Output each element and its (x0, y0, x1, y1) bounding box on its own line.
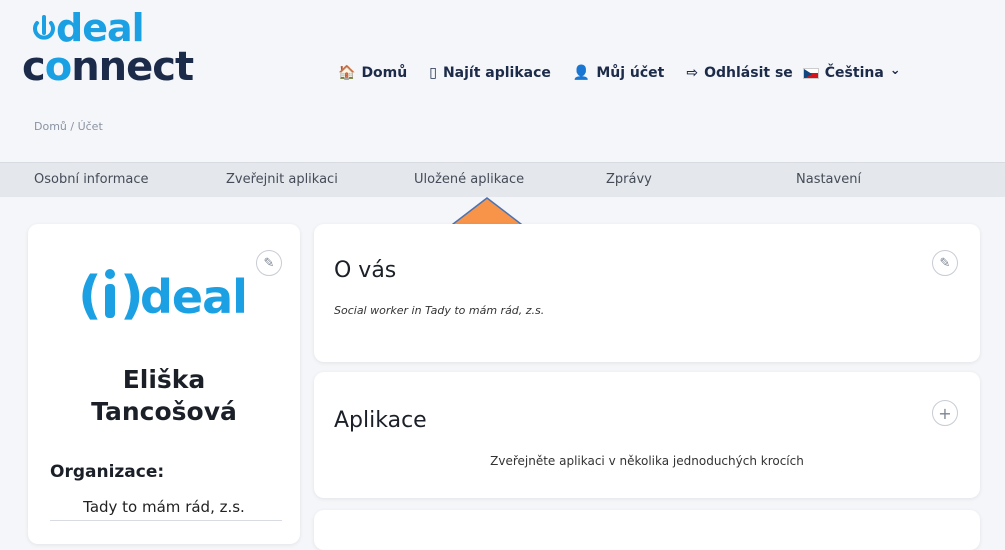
nav-my-account[interactable]: 👤 Můj účet (573, 65, 664, 81)
czech-flag-icon (802, 67, 819, 79)
edit-about-icon[interactable]: ✎ (932, 250, 958, 276)
profile-card: ✎ ( ) deal Eliška Tancošová Organizace: … (28, 224, 300, 544)
next-card (314, 510, 980, 550)
breadcrumb[interactable]: Domů / Účet (34, 120, 103, 133)
logo-i-icon (105, 269, 115, 318)
logo-text: deal (140, 270, 248, 324)
add-app-icon[interactable]: + (932, 400, 958, 426)
nav-my-account-label: Můj účet (596, 65, 665, 81)
sign-out-icon: ⇨ (686, 65, 699, 81)
nav-find-apps-label: Najít aplikace (442, 65, 551, 81)
about-text: Social worker in Tady to mám rád, z.s. (334, 304, 545, 317)
organization-value: Tady to mám rád, z.s. (83, 498, 245, 516)
user-icon: 👤 (572, 65, 591, 81)
apps-card: + Aplikace Zveřejněte aplikaci v několik… (314, 372, 980, 498)
about-title: O vás (334, 258, 397, 283)
language-label: Čeština (824, 65, 884, 81)
tab-settings[interactable]: Nastavení (796, 172, 861, 187)
account-tabs: Osobní informace Zveřejnit aplikaci Ulož… (0, 162, 1005, 197)
power-i-icon (33, 15, 55, 40)
logo-paren-left: ( (78, 266, 102, 326)
nav-home-label: Domů (361, 65, 408, 81)
tab-publish-app[interactable]: Zveřejnit aplikaci (226, 172, 338, 187)
apps-title: Aplikace (334, 408, 427, 433)
main-nav: 🏠 Domů ▯ Najít aplikace 👤 Můj účet ⇨ Odh… (338, 60, 901, 86)
tab-saved-apps[interactable]: Uložené aplikace (414, 172, 524, 187)
nav-find-apps[interactable]: ▯ Najít aplikace (429, 65, 551, 81)
organization-label: Organizace: (50, 462, 165, 482)
divider (50, 520, 282, 521)
profile-name: Eliška Tancošová (28, 364, 300, 428)
home-icon: 🏠 (338, 65, 356, 81)
chevron-down-icon: ⌄ (889, 62, 901, 78)
ideal-connect-logo[interactable]: deal connect (22, 6, 232, 96)
apps-text: Zveřejněte aplikaci v několika jednoduch… (490, 454, 804, 468)
logo-connect-text: connect (22, 44, 194, 90)
tab-messages[interactable]: Zprávy (606, 172, 652, 187)
nav-logout-label: Odhlásit se (704, 65, 793, 81)
organization-logo: ( ) deal (78, 266, 268, 336)
nav-logout[interactable]: ⇨ Odhlásit se (686, 65, 792, 81)
about-card: ✎ O vás Social worker in Tady to mám rád… (314, 224, 980, 362)
language-selector[interactable]: Čeština ⌄ (802, 62, 901, 81)
phone-icon: ▯ (429, 65, 437, 81)
first-name: Eliška (122, 365, 206, 394)
tab-personal-info[interactable]: Osobní informace (34, 172, 148, 187)
header: deal connect 🏠 Domů ▯ Najít aplikace 👤 M… (0, 0, 1005, 160)
last-name: Tancošová (91, 397, 237, 426)
nav-home[interactable]: 🏠 Domů (338, 65, 407, 81)
